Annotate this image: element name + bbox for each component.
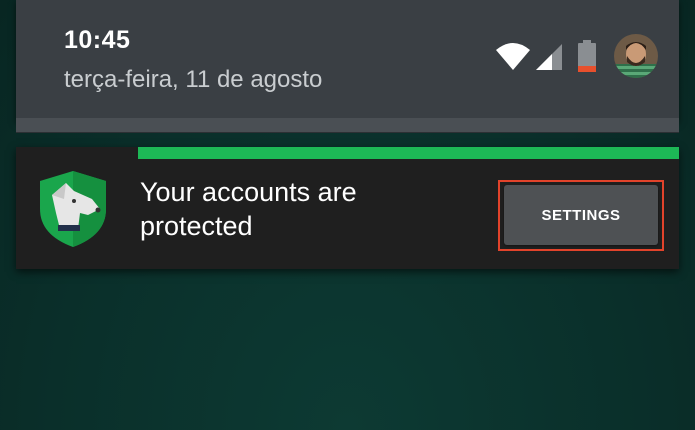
notification-card[interactable]: Your accounts are protected SETTINGS (16, 147, 679, 269)
lastpass-shield-dog-icon (40, 171, 106, 247)
settings-button[interactable]: SETTINGS (504, 185, 658, 245)
progress-bar (138, 147, 679, 159)
battery-low-icon (578, 40, 596, 72)
notification-message: Your accounts are protected (140, 177, 357, 241)
wifi-icon (496, 43, 530, 70)
date-label: terça-feira, 11 de agosto (64, 66, 323, 93)
user-avatar[interactable] (614, 34, 658, 78)
notification-shade-header: 10:45 terça-feira, 11 de agosto (16, 0, 679, 122)
cellular-signal-icon (536, 44, 562, 70)
clock-time: 10:45 (64, 26, 131, 54)
shade-divider (16, 118, 679, 133)
